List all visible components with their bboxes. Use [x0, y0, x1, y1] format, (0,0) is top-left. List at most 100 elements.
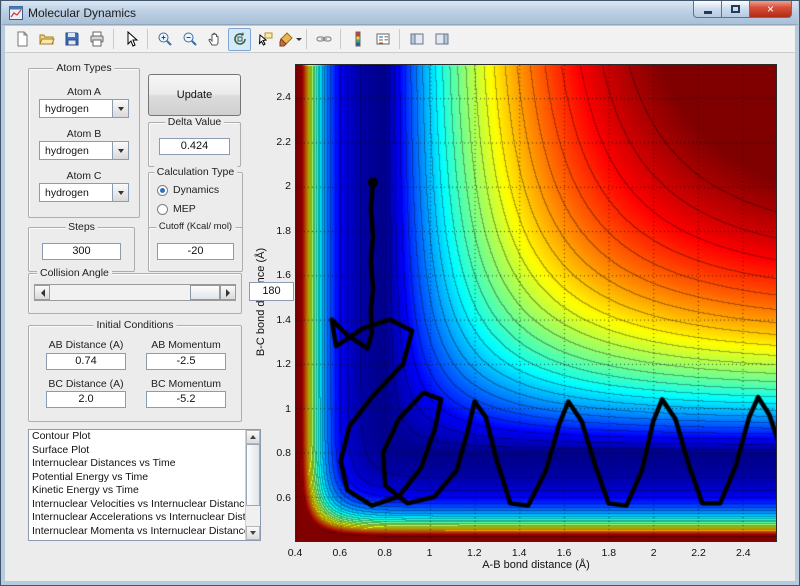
- bc-distance-field[interactable]: 2.0: [46, 391, 126, 408]
- maximize-icon: [731, 5, 740, 13]
- chevron-down-icon[interactable]: [112, 184, 128, 201]
- scroll-down-icon[interactable]: [246, 526, 260, 540]
- pan-button[interactable]: [203, 28, 226, 51]
- atom-types-title: Atom Types: [53, 62, 115, 74]
- y-tick-label: 2.4: [276, 91, 291, 104]
- x-tick-label: 0.6: [332, 547, 348, 559]
- atom-a-dropdown[interactable]: hydrogen: [39, 99, 129, 118]
- ab-distance-label: AB Distance (A): [48, 339, 124, 351]
- y-tick-label: 1.2: [276, 358, 291, 371]
- hide-plot-tools-icon: [409, 31, 425, 47]
- list-item[interactable]: Internuclear Accelerations vs Internucle…: [29, 511, 245, 525]
- open-file-button[interactable]: [35, 28, 58, 51]
- bc-momentum-field[interactable]: -5.2: [146, 391, 226, 408]
- minimize-button[interactable]: [693, 1, 722, 18]
- maximize-button[interactable]: [722, 1, 749, 18]
- save-figure-button[interactable]: [60, 28, 83, 51]
- y-tick-label: 0.8: [276, 447, 291, 460]
- list-item[interactable]: Internuclear Momenta vs Internuclear Dis…: [29, 525, 245, 539]
- list-item[interactable]: Internuclear Distances vs Time: [29, 457, 245, 471]
- window-title: Molecular Dynamics: [28, 6, 137, 20]
- atom-b-value: hydrogen: [45, 145, 89, 157]
- radio-icon[interactable]: [157, 203, 168, 215]
- save-figure-icon: [64, 31, 80, 47]
- ab-distance-field[interactable]: 0.74: [46, 353, 126, 370]
- collision-angle-title: Collision Angle: [37, 267, 112, 279]
- y-tick-label: 2.2: [276, 135, 291, 148]
- slider-left-arrow-icon[interactable]: [34, 285, 50, 300]
- dynamics-radio[interactable]: Dynamics: [157, 184, 219, 196]
- ab-momentum-field[interactable]: -2.5: [146, 353, 226, 370]
- slider-right-arrow-icon[interactable]: [220, 285, 236, 300]
- x-tick-label: 2.4: [736, 547, 751, 559]
- zoom-in-icon: [157, 31, 173, 47]
- cutoff-field[interactable]: -20: [157, 243, 234, 260]
- pan-icon: [207, 31, 223, 47]
- atom-a-label: Atom A: [67, 86, 101, 98]
- atom-b-dropdown[interactable]: hydrogen: [39, 141, 129, 160]
- show-plot-tools-icon: [434, 31, 450, 47]
- atom-c-label: Atom C: [66, 170, 102, 182]
- edit-plot-button[interactable]: [119, 28, 142, 51]
- ab-momentum-label: AB Momentum: [151, 339, 221, 351]
- calculation-type-title: Calculation Type: [153, 166, 238, 178]
- x-axis-label: A-B bond distance (Å): [482, 559, 590, 571]
- bc-distance-label: BC Distance (A): [48, 378, 124, 390]
- brush-icon: [278, 31, 294, 47]
- slider-thumb[interactable]: [190, 285, 220, 300]
- x-tick-label: 2: [650, 547, 657, 559]
- chevron-down-icon: [295, 38, 302, 44]
- close-button[interactable]: ×: [749, 1, 792, 18]
- new-figure-button[interactable]: [10, 28, 33, 51]
- update-button[interactable]: Update: [148, 74, 241, 116]
- open-file-icon: [38, 31, 55, 47]
- cutoff-title: Cutoff (Kcal/ mol): [155, 221, 236, 232]
- list-item[interactable]: Contour Plot: [29, 430, 245, 444]
- atom-c-dropdown[interactable]: hydrogen: [39, 183, 129, 202]
- hide-plot-tools-button[interactable]: [405, 28, 428, 51]
- y-tick-label: 1.4: [276, 313, 291, 326]
- insert-colorbar-button[interactable]: [346, 28, 369, 51]
- plot-type-items: Contour Plot Surface Plot Internuclear Dis…: [29, 430, 260, 538]
- mep-radio[interactable]: MEP: [157, 203, 196, 215]
- mep-radio-label: MEP: [173, 203, 196, 215]
- list-item[interactable]: Internuclear Velocities vs Internuclear …: [29, 498, 245, 512]
- dynamics-radio-label: Dynamics: [173, 184, 220, 196]
- close-icon: ×: [766, 1, 774, 16]
- insert-legend-button[interactable]: [371, 28, 394, 51]
- y-tick-label: 1: [285, 402, 291, 415]
- scroll-up-icon[interactable]: [246, 430, 260, 444]
- chevron-down-icon[interactable]: [112, 142, 128, 159]
- steps-title: Steps: [65, 221, 98, 233]
- title-bar[interactable]: Molecular Dynamics ×: [2, 1, 798, 25]
- collision-angle-field[interactable]: 180: [249, 282, 294, 301]
- insert-legend-icon: [375, 31, 391, 47]
- pes-contour-plot[interactable]: [295, 64, 777, 542]
- steps-field[interactable]: 300: [42, 243, 121, 260]
- radio-icon[interactable]: [157, 184, 168, 196]
- link-plot-icon: [316, 31, 332, 47]
- data-cursor-button[interactable]: [253, 28, 276, 51]
- list-item[interactable]: Kinetic Energy vs Time: [29, 484, 245, 498]
- print-figure-button[interactable]: [85, 28, 108, 51]
- x-tick-label: 2.2: [691, 547, 706, 559]
- collision-angle-slider[interactable]: [34, 284, 236, 301]
- list-item[interactable]: Potential Energy vs Time: [29, 471, 245, 485]
- list-item[interactable]: Surface Plot: [29, 444, 245, 458]
- x-tick-label: 1.2: [467, 547, 482, 559]
- show-plot-tools-button[interactable]: [430, 28, 453, 51]
- brush-button[interactable]: [278, 28, 302, 51]
- chevron-down-icon[interactable]: [112, 100, 128, 117]
- delta-value-field[interactable]: 0.424: [159, 138, 230, 155]
- rotate-3d-button[interactable]: [228, 27, 251, 51]
- y-tick-label: 0.6: [276, 491, 291, 504]
- zoom-out-button[interactable]: [178, 28, 201, 51]
- zoom-in-button[interactable]: [153, 28, 176, 51]
- minimize-icon: [703, 10, 712, 14]
- atom-a-value: hydrogen: [45, 103, 89, 115]
- zoom-out-icon: [182, 31, 198, 47]
- y-tick-label: 1.8: [276, 224, 291, 237]
- link-plot-button[interactable]: [312, 28, 335, 51]
- x-tick-label: 0.4: [287, 547, 303, 559]
- plot-type-listbox[interactable]: Contour Plot Surface Plot Internuclear Dis…: [28, 429, 261, 541]
